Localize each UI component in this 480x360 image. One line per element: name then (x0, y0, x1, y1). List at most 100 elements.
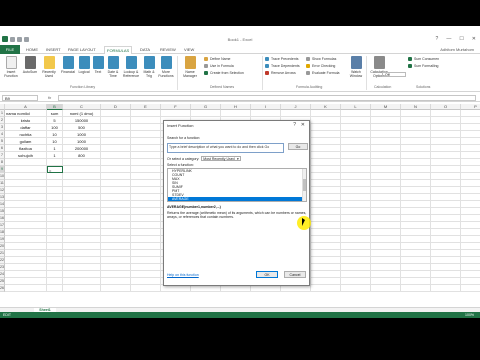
cell[interactable] (101, 250, 131, 257)
cell[interactable] (341, 208, 371, 215)
cell[interactable] (101, 110, 131, 117)
cell[interactable] (311, 173, 341, 180)
cell[interactable] (371, 264, 401, 271)
cell[interactable] (431, 187, 461, 194)
tab-file[interactable]: FILE (0, 45, 20, 54)
ok-button[interactable]: OK (256, 271, 278, 278)
date-time-button[interactable]: Date & Time (106, 56, 120, 78)
cell[interactable] (311, 243, 341, 250)
cell[interactable] (131, 166, 161, 173)
cell[interactable] (461, 257, 480, 264)
cell[interactable] (401, 229, 431, 236)
cell[interactable] (221, 285, 251, 292)
cell[interactable] (63, 222, 101, 229)
cell[interactable] (461, 131, 480, 138)
cell[interactable] (311, 264, 341, 271)
cell[interactable] (401, 285, 431, 292)
cell[interactable] (131, 152, 161, 159)
cell[interactable] (251, 110, 281, 117)
cell[interactable]: daffar (5, 124, 47, 131)
cell[interactable] (311, 145, 341, 152)
insert-function-button[interactable]: Insert Function (2, 56, 20, 78)
cell[interactable] (401, 236, 431, 243)
cell[interactable] (101, 264, 131, 271)
sum-formalling-button[interactable]: Sum Formalling (408, 64, 439, 68)
cell[interactable] (131, 124, 161, 131)
cell[interactable] (101, 173, 131, 180)
cell[interactable] (311, 117, 341, 124)
cell[interactable] (461, 159, 480, 166)
cell[interactable] (371, 250, 401, 257)
cell[interactable] (431, 250, 461, 257)
cell[interactable] (371, 110, 401, 117)
cell[interactable] (371, 222, 401, 229)
cell[interactable] (101, 180, 131, 187)
cell[interactable]: ruchtia (5, 131, 47, 138)
cell[interactable] (131, 131, 161, 138)
watch-window-button[interactable]: Watch Window (348, 56, 364, 78)
tab-home[interactable]: HOME (24, 46, 40, 54)
logical-button[interactable]: Logical (77, 56, 91, 74)
cell[interactable]: sohujoih (5, 152, 47, 159)
cell[interactable] (461, 180, 480, 187)
cell[interactable]: 10 (47, 131, 63, 138)
cell[interactable] (371, 173, 401, 180)
cell[interactable] (47, 271, 63, 278)
cell[interactable] (131, 208, 161, 215)
cell[interactable] (5, 180, 47, 187)
math-trig-button[interactable]: Math & Trig (142, 56, 156, 78)
cell[interactable] (101, 138, 131, 145)
function-list[interactable]: HYPERLINK COUNT MAX SIN SUMIF PMT STDEV … (167, 168, 307, 202)
cell[interactable] (311, 201, 341, 208)
name-box[interactable]: B9 (2, 95, 38, 101)
cell[interactable] (401, 152, 431, 159)
cell[interactable] (401, 222, 431, 229)
cell[interactable] (281, 285, 311, 292)
cell[interactable] (461, 278, 480, 285)
cell[interactable] (63, 159, 101, 166)
cell[interactable] (131, 236, 161, 243)
cell[interactable] (461, 166, 480, 173)
cell[interactable] (131, 278, 161, 285)
cell[interactable] (431, 278, 461, 285)
cell[interactable] (311, 124, 341, 131)
cell[interactable] (341, 201, 371, 208)
cell[interactable] (371, 285, 401, 292)
cell[interactable] (461, 229, 480, 236)
cell[interactable] (101, 215, 131, 222)
cell[interactable] (341, 166, 371, 173)
function-list-scrollbar[interactable] (302, 169, 306, 201)
cell[interactable] (101, 201, 131, 208)
cell[interactable] (5, 236, 47, 243)
cell[interactable] (47, 278, 63, 285)
cell[interactable] (461, 138, 480, 145)
cell[interactable] (431, 138, 461, 145)
cell[interactable] (431, 159, 461, 166)
cell[interactable] (401, 131, 431, 138)
cell[interactable] (461, 264, 480, 271)
cell[interactable] (461, 187, 480, 194)
cell[interactable] (341, 236, 371, 243)
cell[interactable] (131, 145, 161, 152)
cell[interactable] (461, 271, 480, 278)
cell[interactable] (401, 201, 431, 208)
cell[interactable] (5, 285, 47, 292)
name-manager-button[interactable]: Name Manager (180, 56, 200, 78)
cell[interactable] (47, 257, 63, 264)
cell[interactable] (47, 173, 63, 180)
cell[interactable] (371, 138, 401, 145)
tab-page-layout[interactable]: PAGE LAYOUT (66, 46, 98, 54)
cell[interactable] (311, 236, 341, 243)
cell[interactable] (63, 215, 101, 222)
cell[interactable] (431, 236, 461, 243)
cell[interactable] (47, 187, 63, 194)
financial-button[interactable]: Financial (60, 56, 76, 74)
cell[interactable] (311, 278, 341, 285)
cell[interactable] (63, 208, 101, 215)
cell[interactable]: 5 (47, 117, 63, 124)
cell[interactable] (311, 166, 341, 173)
cell[interactable] (47, 201, 63, 208)
cell[interactable] (101, 229, 131, 236)
cell[interactable] (101, 159, 131, 166)
cell[interactable] (401, 138, 431, 145)
